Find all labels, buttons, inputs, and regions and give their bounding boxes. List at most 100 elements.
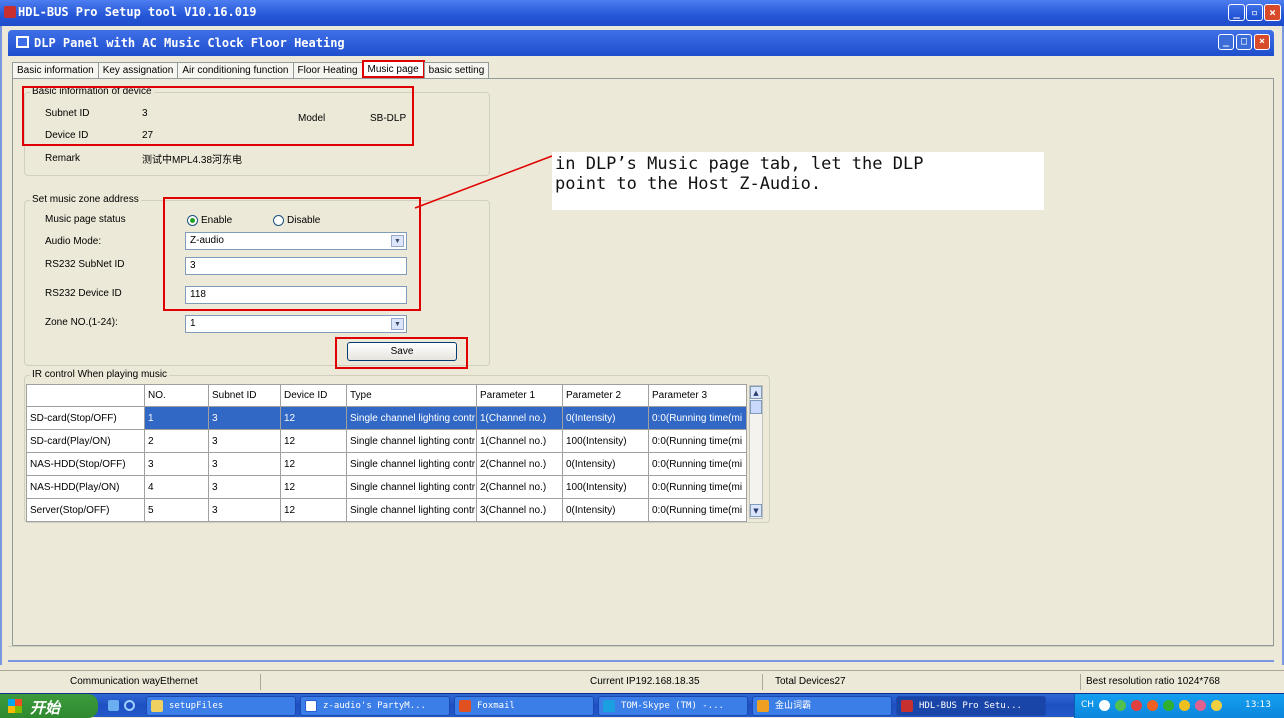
- col-header-param1[interactable]: Parameter 1: [476, 384, 563, 407]
- tray-misc-icon[interactable]: [1211, 700, 1222, 711]
- table-cell[interactable]: 3: [208, 452, 281, 476]
- tray-arrow-icon[interactable]: [1099, 700, 1110, 711]
- task-hdl-bus[interactable]: HDL-BUS Pro Setu...: [896, 696, 1046, 716]
- clock[interactable]: 13:13: [1245, 700, 1271, 710]
- table-cell[interactable]: 0:0(Running time(mi: [648, 406, 747, 430]
- table-cell[interactable]: 3: [208, 406, 281, 430]
- table-cell[interactable]: 2: [144, 429, 209, 453]
- table-cell[interactable]: 1: [144, 406, 209, 430]
- quicklaunch-desktop-icon[interactable]: [108, 700, 119, 711]
- table-cell[interactable]: 4: [144, 475, 209, 499]
- table-cell[interactable]: 0:0(Running time(mi: [648, 452, 747, 476]
- minimize-icon[interactable]: _: [1218, 34, 1234, 50]
- start-button[interactable]: 开始: [0, 694, 98, 718]
- task-label: HDL-BUS Pro Setu...: [919, 701, 1022, 711]
- input-language[interactable]: CH: [1081, 700, 1094, 710]
- minimize-icon[interactable]: _: [1228, 4, 1245, 21]
- table-cell[interactable]: 12: [280, 452, 347, 476]
- zone-no-select[interactable]: 1 ▼: [185, 315, 407, 333]
- tray-app-icon[interactable]: [1147, 700, 1158, 711]
- close-icon[interactable]: ×: [1264, 4, 1281, 21]
- table-cell[interactable]: 3: [208, 498, 281, 522]
- quicklaunch-ie-icon[interactable]: [124, 700, 135, 711]
- tab-air-conditioning[interactable]: Air conditioning function: [177, 62, 294, 78]
- tray-volume-icon[interactable]: [1195, 700, 1206, 711]
- table-row[interactable]: SD-card(Play/ON) 2 3 12 Single channel l…: [26, 429, 747, 453]
- col-header-param2[interactable]: Parameter 2: [562, 384, 649, 407]
- app-titlebar: HDL-BUS Pro Setup tool V10.16.019 _ ▫ ×: [0, 0, 1284, 26]
- music-status-label: Music page status: [45, 214, 126, 225]
- tray-update-icon[interactable]: [1163, 700, 1174, 711]
- status-separator: [762, 674, 763, 690]
- chevron-down-icon[interactable]: ▼: [391, 318, 404, 330]
- table-cell[interactable]: Single channel lighting contr: [346, 452, 477, 476]
- model-value: SB-DLP: [370, 113, 407, 124]
- table-row[interactable]: Server(Stop/OFF) 5 3 12 Single channel l…: [26, 498, 747, 522]
- ir-control-legend: IR control When playing music: [30, 369, 170, 380]
- table-cell[interactable]: 1(Channel no.): [476, 406, 563, 430]
- status-resolution: Best resolution ratio 1024*768: [1086, 676, 1220, 687]
- tab-basic-information[interactable]: Basic information: [12, 62, 99, 78]
- windows-logo-icon: [8, 699, 22, 713]
- table-cell[interactable]: 0(Intensity): [562, 406, 649, 430]
- annotation-callout: in DLP’s Music page tab, let the DLP poi…: [552, 152, 1044, 210]
- col-header-subnet[interactable]: Subnet ID: [208, 384, 281, 407]
- table-cell[interactable]: 3: [144, 452, 209, 476]
- table-cell[interactable]: 0(Intensity): [562, 498, 649, 522]
- restore-icon[interactable]: ▫: [1246, 4, 1263, 21]
- status-separator: [260, 674, 261, 690]
- table-cell[interactable]: 3: [208, 429, 281, 453]
- table-cell[interactable]: 0:0(Running time(mi: [648, 498, 747, 522]
- tray-network-icon[interactable]: [1115, 700, 1126, 711]
- table-cell[interactable]: 0:0(Running time(mi: [648, 475, 747, 499]
- table-row[interactable]: NAS-HDD(Stop/OFF) 3 3 12 Single channel …: [26, 452, 747, 476]
- table-cell[interactable]: 2(Channel no.): [476, 475, 563, 499]
- tab-music-page[interactable]: Music page: [361, 60, 425, 78]
- maximize-icon[interactable]: □: [1236, 34, 1252, 50]
- table-cell[interactable]: 12: [280, 429, 347, 453]
- task-tom-skype[interactable]: TOM-Skype (TM) -...: [598, 696, 748, 716]
- table-cell[interactable]: 12: [280, 498, 347, 522]
- table-cell[interactable]: 0(Intensity): [562, 452, 649, 476]
- scroll-up-icon[interactable]: ▲: [750, 386, 762, 399]
- table-cell[interactable]: Single channel lighting contr: [346, 429, 477, 453]
- word-icon: [305, 700, 317, 712]
- table-cell[interactable]: 1(Channel no.): [476, 429, 563, 453]
- table-cell[interactable]: Single channel lighting contr: [346, 406, 477, 430]
- tab-basic-setting[interactable]: basic setting: [423, 62, 490, 78]
- col-header-param3[interactable]: Parameter 3: [648, 384, 747, 407]
- tab-floor-heating[interactable]: Floor Heating: [292, 62, 363, 78]
- table-cell[interactable]: 100(Intensity): [562, 429, 649, 453]
- task-setupfiles[interactable]: setupFiles: [146, 696, 296, 716]
- scroll-down-icon[interactable]: ▼: [750, 504, 762, 517]
- table-scrollbar[interactable]: ▲ ▼: [749, 385, 763, 519]
- tab-key-assignation[interactable]: Key assignation: [97, 62, 179, 78]
- foxmail-icon: [459, 700, 471, 712]
- task-word-doc[interactable]: z-audio's PartyM...: [300, 696, 450, 716]
- task-foxmail[interactable]: Foxmail: [454, 696, 594, 716]
- taskbar: 开始 setupFiles z-audio's PartyM... Foxmai…: [0, 693, 1284, 718]
- annotation-line-2: point to the Host Z-Audio.: [555, 174, 822, 194]
- table-row[interactable]: NAS-HDD(Play/ON) 4 3 12 Single channel l…: [26, 475, 747, 499]
- table-cell[interactable]: Single channel lighting contr: [346, 498, 477, 522]
- table-cell[interactable]: Single channel lighting contr: [346, 475, 477, 499]
- tray-security-icon[interactable]: [1131, 700, 1142, 711]
- table-cell[interactable]: 2(Channel no.): [476, 452, 563, 476]
- scroll-thumb[interactable]: [750, 400, 762, 414]
- table-cell[interactable]: 3: [208, 475, 281, 499]
- table-cell[interactable]: 100(Intensity): [562, 475, 649, 499]
- col-header-no[interactable]: NO.: [144, 384, 209, 407]
- close-icon[interactable]: ×: [1254, 34, 1270, 50]
- task-jinshan[interactable]: 金山词霸: [752, 696, 892, 716]
- table-cell[interactable]: 12: [280, 406, 347, 430]
- table-cell[interactable]: 12: [280, 475, 347, 499]
- row-header: SD-card(Stop/OFF): [26, 406, 145, 430]
- col-header-device[interactable]: Device ID: [280, 384, 347, 407]
- tray-im-icon[interactable]: [1179, 700, 1190, 711]
- save-button[interactable]: Save: [347, 342, 457, 361]
- table-cell[interactable]: 3(Channel no.): [476, 498, 563, 522]
- table-cell[interactable]: 5: [144, 498, 209, 522]
- table-row[interactable]: SD-card(Stop/OFF) 1 3 12 Single channel …: [26, 406, 747, 430]
- col-header-type[interactable]: Type: [346, 384, 477, 407]
- table-cell[interactable]: 0:0(Running time(mi: [648, 429, 747, 453]
